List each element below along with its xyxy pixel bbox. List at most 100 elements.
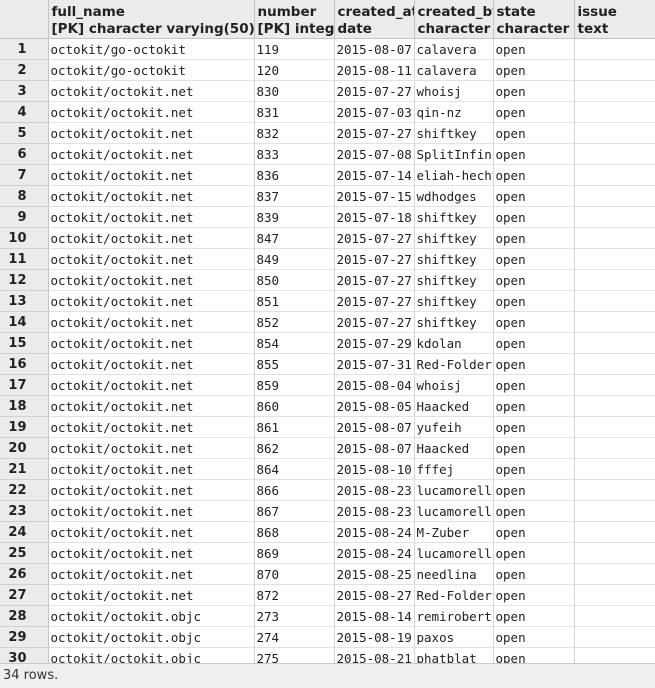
cell-number[interactable]: 120 — [254, 59, 335, 81]
table-row[interactable]: 23 octokit/octokit.net 867 2015-08-23 lucamo… — [0, 500, 655, 522]
row-number[interactable]: 30 — [0, 647, 49, 663]
cell-state[interactable]: open — [493, 563, 575, 585]
table-row[interactable]: 22 octokit/octokit.net 866 2015-08-23 lucamo… — [0, 479, 655, 501]
cell-created-by[interactable]: calavera — [414, 59, 494, 81]
cell-state[interactable]: open — [493, 227, 575, 249]
cell-issue[interactable] — [574, 122, 655, 144]
table-row[interactable]: 14 octokit/octokit.net 852 2015-07-27 shiftk… — [0, 311, 655, 333]
cell-created-by[interactable]: lucamorelli — [414, 500, 494, 522]
row-number[interactable]: 25 — [0, 542, 49, 564]
cell-number[interactable]: 831 — [254, 101, 335, 123]
cell-number[interactable]: 832 — [254, 122, 335, 144]
cell-created-by[interactable]: kdolan — [414, 332, 494, 354]
row-number[interactable]: 28 — [0, 605, 49, 627]
cell-state[interactable]: open — [493, 332, 575, 354]
cell-number[interactable]: 868 — [254, 521, 335, 543]
cell-issue[interactable] — [574, 626, 655, 648]
cell-issue[interactable] — [574, 206, 655, 228]
row-number[interactable]: 27 — [0, 584, 49, 606]
cell-issue[interactable] — [574, 80, 655, 102]
query-result-grid[interactable]: full_name [PK] character varying(50) numbe… — [0, 0, 655, 663]
cell-number[interactable]: 833 — [254, 143, 335, 165]
cell-created-by[interactable]: lucamorelli — [414, 542, 494, 564]
cell-full-name[interactable]: octokit/octokit.net — [48, 311, 255, 333]
cell-number[interactable]: 866 — [254, 479, 335, 501]
row-number[interactable]: 9 — [0, 206, 49, 228]
row-number[interactable]: 2 — [0, 59, 49, 81]
cell-state[interactable]: open — [493, 626, 575, 648]
table-row[interactable]: 9 octokit/octokit.net 839 2015-07-18 shiftke… — [0, 206, 655, 228]
cell-created-by[interactable]: SplitInfinity — [414, 143, 494, 165]
cell-created-by[interactable]: whoisj — [414, 80, 494, 102]
cell-full-name[interactable]: octokit/octokit.net — [48, 374, 255, 396]
cell-full-name[interactable]: octokit/octokit.net — [48, 479, 255, 501]
table-row[interactable]: 7 octokit/octokit.net 836 2015-07-14 eliah-h… — [0, 164, 655, 186]
row-number[interactable]: 7 — [0, 164, 49, 186]
corner-cell[interactable] — [0, 0, 49, 39]
cell-issue[interactable] — [574, 248, 655, 270]
row-number[interactable]: 23 — [0, 500, 49, 522]
cell-number[interactable]: 836 — [254, 164, 335, 186]
cell-full-name[interactable]: octokit/octokit.objc — [48, 647, 255, 663]
table-row[interactable]: 26 octokit/octokit.net 870 2015-08-25 needli… — [0, 563, 655, 585]
cell-full-name[interactable]: octokit/octokit.net — [48, 206, 255, 228]
cell-created-at[interactable]: 2015-07-29 — [334, 332, 415, 354]
table-row[interactable]: 11 octokit/octokit.net 849 2015-07-27 shiftk… — [0, 248, 655, 270]
row-number[interactable]: 19 — [0, 416, 49, 438]
cell-created-by[interactable]: whoisj — [414, 374, 494, 396]
cell-created-by[interactable]: remirobert — [414, 605, 494, 627]
cell-number[interactable]: 870 — [254, 563, 335, 585]
cell-issue[interactable] — [574, 59, 655, 81]
cell-full-name[interactable]: octokit/octokit.net — [48, 143, 255, 165]
cell-created-at[interactable]: 2015-08-07 — [334, 437, 415, 459]
cell-issue[interactable] — [574, 290, 655, 312]
row-number[interactable]: 11 — [0, 248, 49, 270]
cell-created-at[interactable]: 2015-08-23 — [334, 479, 415, 501]
table-row[interactable]: 4 octokit/octokit.net 831 2015-07-03 qin-nz o… — [0, 101, 655, 123]
cell-created-at[interactable]: 2015-08-07 — [334, 416, 415, 438]
cell-full-name[interactable]: octokit/go-octokit — [48, 59, 255, 81]
row-number[interactable]: 29 — [0, 626, 49, 648]
table-row[interactable]: 2 octokit/go-octokit 120 2015-08-11 calavera… — [0, 59, 655, 81]
cell-state[interactable]: open — [493, 458, 575, 480]
cell-state[interactable]: open — [493, 38, 575, 60]
table-row[interactable]: 21 octokit/octokit.net 864 2015-08-10 fffej o… — [0, 458, 655, 480]
cell-state[interactable]: open — [493, 479, 575, 501]
cell-state[interactable]: open — [493, 311, 575, 333]
cell-created-by[interactable]: calavera — [414, 38, 494, 60]
cell-created-by[interactable]: shiftkey — [414, 269, 494, 291]
cell-full-name[interactable]: octokit/octokit.objc — [48, 626, 255, 648]
cell-full-name[interactable]: octokit/octokit.net — [48, 248, 255, 270]
cell-state[interactable]: open — [493, 647, 575, 663]
cell-issue[interactable] — [574, 143, 655, 165]
row-number[interactable]: 15 — [0, 332, 49, 354]
cell-issue[interactable] — [574, 395, 655, 417]
column-header-state[interactable]: statecharacter varying — [493, 0, 575, 39]
cell-full-name[interactable]: octokit/octokit.net — [48, 416, 255, 438]
table-row[interactable]: 16 octokit/octokit.net 855 2015-07-31 Red-Fo… — [0, 353, 655, 375]
cell-state[interactable]: open — [493, 101, 575, 123]
cell-issue[interactable] — [574, 500, 655, 522]
cell-created-at[interactable]: 2015-07-27 — [334, 227, 415, 249]
cell-created-at[interactable]: 2015-07-27 — [334, 122, 415, 144]
cell-state[interactable]: open — [493, 290, 575, 312]
cell-created-by[interactable]: Red-Folder — [414, 353, 494, 375]
cell-state[interactable]: open — [493, 416, 575, 438]
cell-created-at[interactable]: 2015-07-03 — [334, 101, 415, 123]
cell-created-at[interactable]: 2015-08-24 — [334, 542, 415, 564]
cell-state[interactable]: open — [493, 59, 575, 81]
row-number[interactable]: 22 — [0, 479, 49, 501]
cell-state[interactable]: open — [493, 542, 575, 564]
cell-state[interactable]: open — [493, 500, 575, 522]
cell-number[interactable]: 849 — [254, 248, 335, 270]
cell-created-at[interactable]: 2015-08-25 — [334, 563, 415, 585]
cell-created-at[interactable]: 2015-08-04 — [334, 374, 415, 396]
row-number[interactable]: 21 — [0, 458, 49, 480]
cell-number[interactable]: 847 — [254, 227, 335, 249]
cell-full-name[interactable]: octokit/octokit.net — [48, 542, 255, 564]
cell-issue[interactable] — [574, 311, 655, 333]
table-row[interactable]: 18 octokit/octokit.net 860 2015-08-05 Haacke… — [0, 395, 655, 417]
cell-created-by[interactable]: shiftkey — [414, 248, 494, 270]
cell-full-name[interactable]: octokit/octokit.net — [48, 101, 255, 123]
cell-created-at[interactable]: 2015-08-21 — [334, 647, 415, 663]
